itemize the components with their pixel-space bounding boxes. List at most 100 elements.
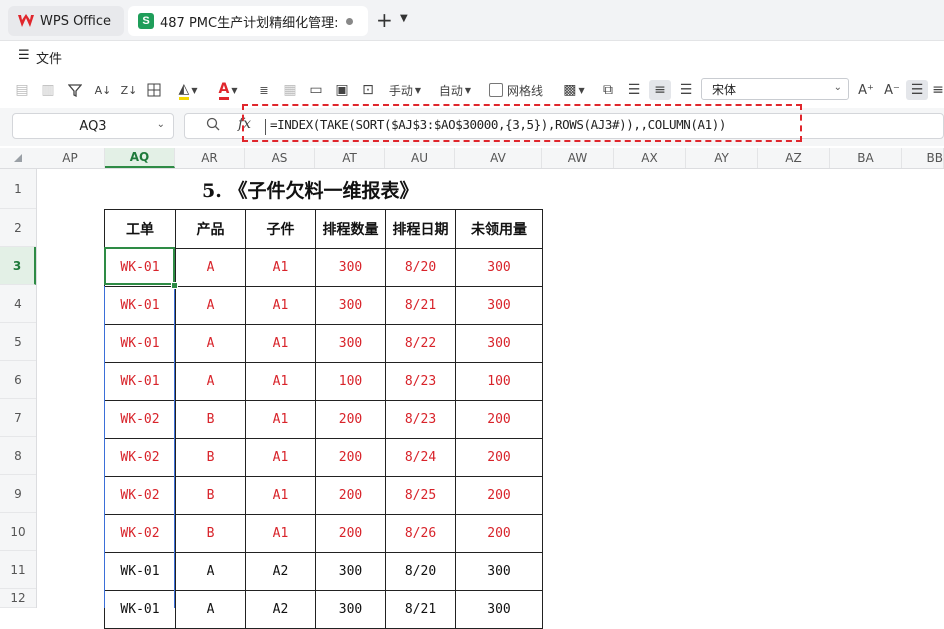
column-header[interactable]: AW [542, 148, 614, 168]
row-header[interactable]: 12 [0, 589, 36, 608]
chevron-down-icon[interactable]: ▼ [400, 13, 408, 24]
tab-document[interactable]: S 487 PMC生产计划精细化管理: 全 [128, 6, 368, 36]
cell-format-icon[interactable]: ▣ [332, 80, 352, 100]
table-cell[interactable]: A1 [245, 438, 316, 477]
table-cell[interactable]: 200 [315, 400, 386, 439]
column-header[interactable]: AP [36, 148, 105, 168]
table-cell[interactable]: 200 [455, 438, 543, 477]
wrap-auto-dropdown[interactable]: 自动 ▼ [434, 80, 476, 100]
font-color-icon[interactable]: A ▼ [212, 80, 244, 100]
header-cell[interactable]: 排程数量 [315, 209, 386, 249]
align-right-icon[interactable]: ☰ [676, 80, 696, 100]
table-cell[interactable]: A1 [245, 514, 316, 553]
table-cell[interactable]: A [175, 552, 246, 591]
cell-style-icon[interactable]: ⧉ [598, 80, 618, 100]
row-header[interactable]: 4 [0, 285, 36, 323]
table-cell[interactable]: A1 [245, 324, 316, 363]
table-cell[interactable]: A2 [245, 552, 316, 591]
table-cell[interactable]: B [175, 438, 246, 477]
table-cell[interactable]: WK-02 [104, 438, 176, 477]
table-cell[interactable]: 8/20 [385, 248, 456, 287]
filter-icon[interactable] [66, 80, 84, 100]
column-header[interactable]: AS [245, 148, 315, 168]
table-cell[interactable]: WK-01 [104, 552, 176, 591]
select-all-corner[interactable] [14, 154, 22, 162]
align-left-icon[interactable]: ☰ [624, 80, 644, 100]
table-cell[interactable]: A1 [245, 400, 316, 439]
row-header[interactable]: 6 [0, 361, 36, 399]
table-cell[interactable]: A1 [245, 286, 316, 325]
fill-color-icon[interactable]: ◭ ▼ [172, 80, 204, 100]
conditional-format-icon[interactable]: ▩ ▼ [558, 80, 590, 100]
table-cell[interactable]: 200 [455, 400, 543, 439]
table-cell[interactable]: 200 [315, 514, 386, 553]
fill-handle[interactable] [171, 282, 178, 289]
table-cell[interactable]: 200 [455, 476, 543, 515]
paste-icon[interactable]: ▤ [12, 80, 32, 100]
table-cell[interactable]: 300 [455, 324, 543, 363]
table-cell[interactable]: 100 [315, 362, 386, 401]
table-cell[interactable]: A [175, 590, 246, 629]
hamburger-menu-icon[interactable]: ☰ [18, 48, 30, 63]
font-name-select[interactable]: 宋体 ⌄ [701, 78, 849, 100]
formula-input[interactable]: =INDEX(TAKE(SORT($AJ$3:$AO$30000,{3,5}),… [270, 117, 726, 132]
table-cell[interactable]: 8/22 [385, 324, 456, 363]
table-cell[interactable]: A1 [245, 476, 316, 515]
column-header[interactable]: AV [455, 148, 542, 168]
table-cell[interactable]: B [175, 400, 246, 439]
borders-icon[interactable] [144, 80, 164, 100]
header-cell[interactable]: 子件 [245, 209, 316, 249]
row-header[interactable]: 9 [0, 475, 36, 513]
table-cell[interactable]: WK-01 [104, 286, 176, 325]
table-cell[interactable]: 100 [455, 362, 543, 401]
table-cell[interactable]: 200 [315, 438, 386, 477]
table-cell[interactable]: 300 [315, 324, 386, 363]
header-cell[interactable]: 产品 [175, 209, 246, 249]
table-cell[interactable]: 8/20 [385, 552, 456, 591]
table-cell[interactable]: WK-01 [104, 362, 176, 401]
table-cell[interactable]: A [175, 324, 246, 363]
table-cell[interactable]: 200 [455, 514, 543, 553]
table-cell[interactable]: 300 [315, 248, 386, 287]
table-cell[interactable]: 8/23 [385, 400, 456, 439]
table-cell[interactable]: 8/23 [385, 362, 456, 401]
row-header[interactable]: 7 [0, 399, 36, 437]
header-cell[interactable]: 排程日期 [385, 209, 456, 249]
table-cell[interactable]: WK-02 [104, 400, 176, 439]
table-cell[interactable]: A [175, 248, 246, 287]
column-header[interactable]: BB [902, 148, 944, 168]
tab-wps-office[interactable]: WPS Office [8, 6, 124, 36]
table-cell[interactable]: 8/25 [385, 476, 456, 515]
new-tab-plus-icon[interactable]: + [376, 10, 393, 30]
sort-descending-icon[interactable]: Z↓ [118, 80, 140, 100]
table-cell[interactable]: WK-02 [104, 476, 176, 515]
column-header[interactable]: AX [614, 148, 686, 168]
table-cell[interactable]: WK-01 [104, 324, 176, 363]
align-more-icon[interactable]: ≡ [932, 80, 944, 100]
merge-cells-icon[interactable]: ▦ [280, 80, 300, 100]
chevron-down-icon[interactable]: ⌄ [157, 119, 165, 130]
sort-ascending-icon[interactable]: A↓ [92, 80, 114, 100]
column-header[interactable]: AQ [105, 148, 175, 168]
header-cell[interactable]: 工单 [104, 209, 176, 249]
table-cell[interactable]: 300 [315, 552, 386, 591]
table-cell[interactable]: A1 [245, 248, 316, 287]
table-cell[interactable]: 300 [455, 248, 543, 287]
column-header[interactable]: AT [315, 148, 385, 168]
table-cell[interactable]: A2 [245, 590, 316, 629]
table-cell[interactable]: A1 [245, 362, 316, 401]
align-top-icon[interactable]: ☰ [906, 80, 928, 100]
table-cell[interactable]: A [175, 286, 246, 325]
table-cell[interactable]: B [175, 514, 246, 553]
table-cell[interactable]: WK-01 [104, 248, 176, 287]
center-across-icon[interactable]: ▭ [306, 80, 326, 100]
row-header[interactable]: 1 [0, 169, 36, 209]
format-painter-icon[interactable]: ▥ [38, 80, 58, 100]
name-box[interactable]: AQ3 ⌄ [12, 113, 174, 139]
row-header[interactable]: 5 [0, 323, 36, 361]
table-cell[interactable]: B [175, 476, 246, 515]
align-center-icon[interactable]: ≡ [649, 80, 671, 100]
column-header[interactable]: AU [385, 148, 455, 168]
row-header[interactable]: 10 [0, 513, 36, 551]
table-cell[interactable]: 8/21 [385, 590, 456, 629]
